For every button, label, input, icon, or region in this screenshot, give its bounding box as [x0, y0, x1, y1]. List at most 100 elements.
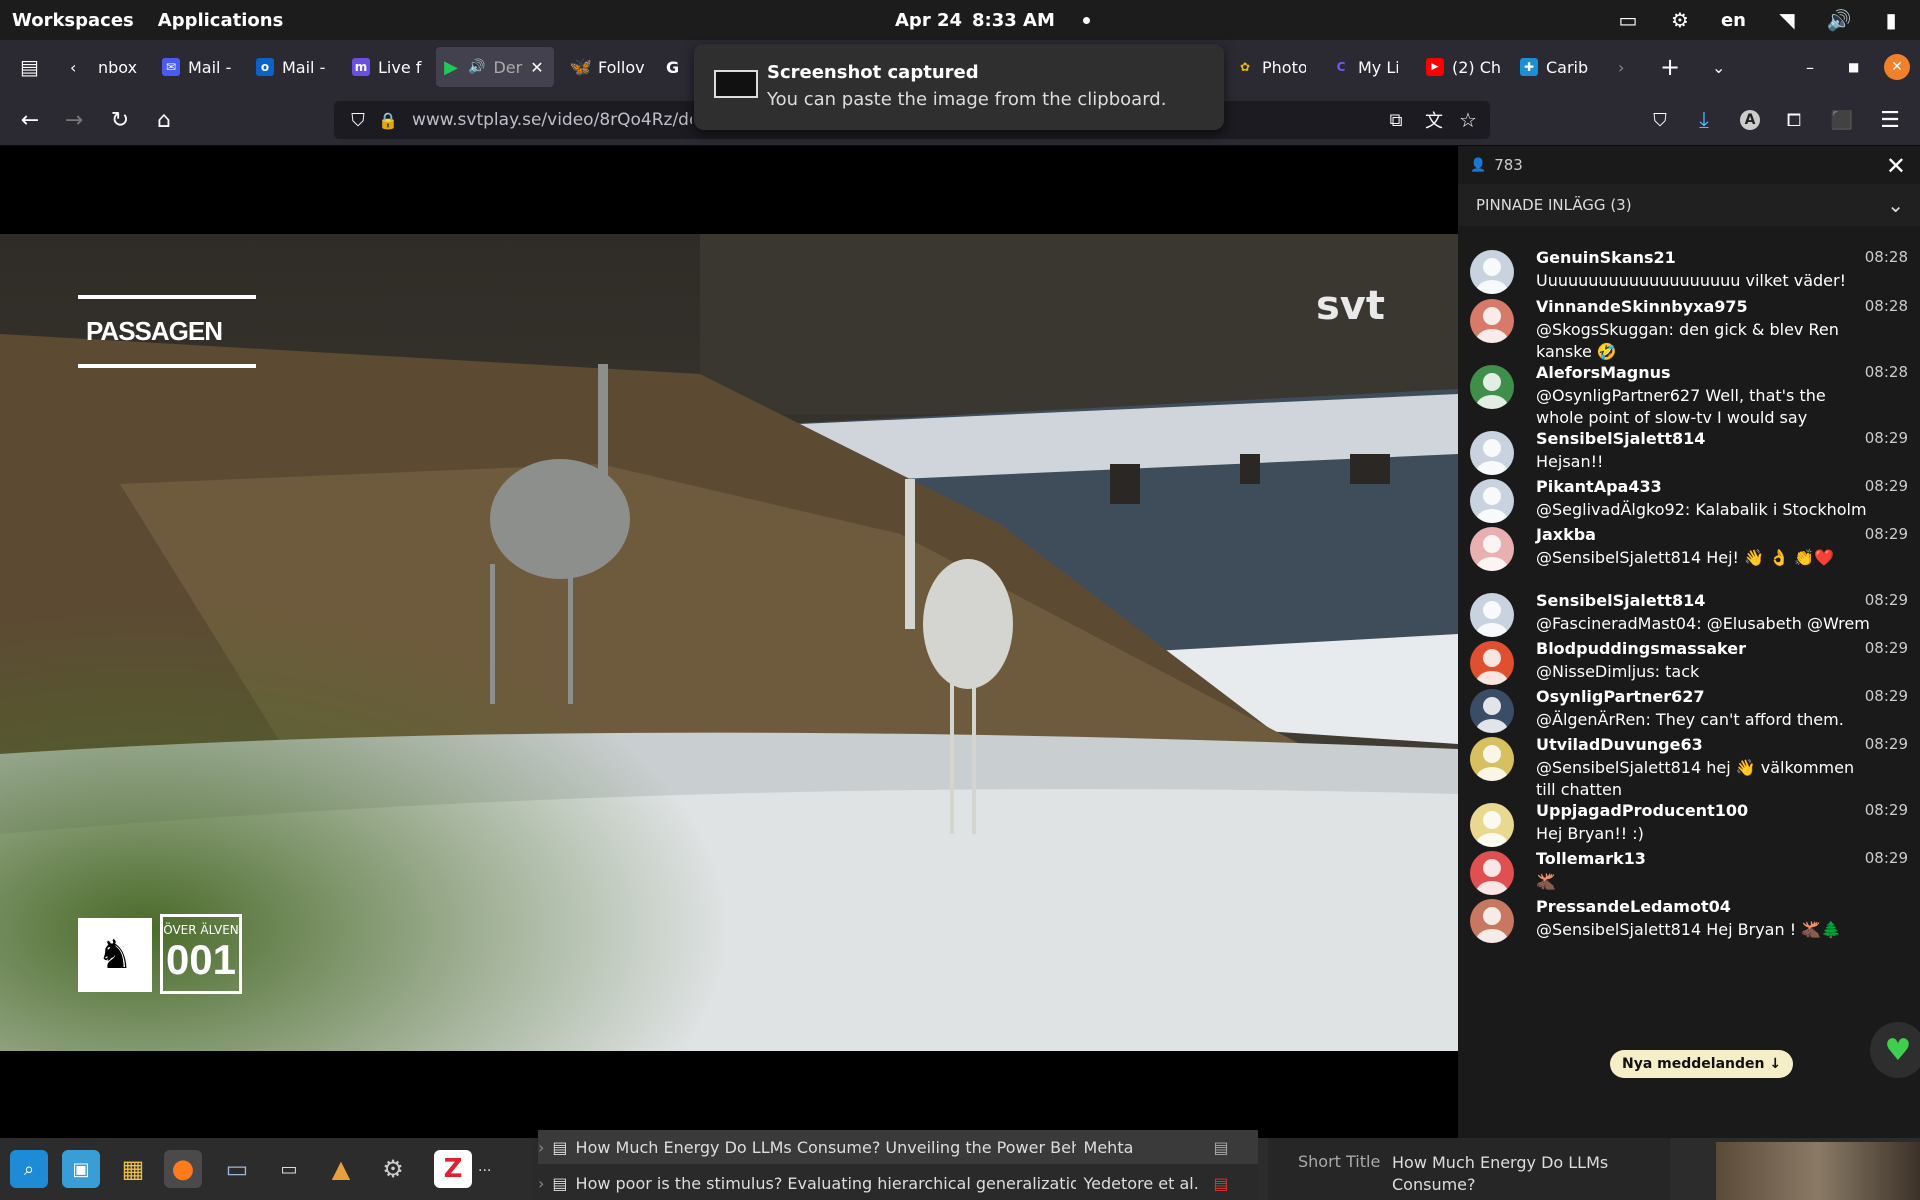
tab-scroll-right-icon[interactable]: ›	[1612, 47, 1636, 87]
avatar[interactable]	[1470, 737, 1514, 781]
tab-overview-icon[interactable]: ▤	[14, 47, 48, 87]
expand-icon[interactable]: ›	[538, 1174, 544, 1193]
tab-svtplay-active[interactable]: ▶ 🔊 Der ✕	[436, 47, 554, 87]
picture-in-picture-icon[interactable]: ⧉	[1382, 106, 1410, 134]
screens-icon[interactable]: ▭	[1617, 8, 1639, 32]
avatar[interactable]	[1470, 365, 1514, 409]
tab-carib[interactable]: ✚ Carib	[1514, 47, 1594, 87]
chat-username[interactable]: Tollemark13	[1536, 849, 1646, 868]
applications-menu[interactable]: Applications	[158, 10, 284, 31]
terminal-icon[interactable]: ▭	[270, 1150, 308, 1188]
workspaces-menu[interactable]: Workspaces	[12, 10, 134, 31]
chat-username[interactable]: PressandeLedamot04	[1536, 897, 1731, 916]
close-tab-icon[interactable]: ✕	[530, 58, 543, 77]
new-messages-button[interactable]: Nya meddelanden ↓	[1610, 1050, 1794, 1078]
tab-mail-1[interactable]: ✉ Mail -	[156, 47, 244, 87]
extensions-icon[interactable]: ⧠	[1780, 106, 1808, 134]
chat-message[interactable]: Jaxkba 08:29 @SensibelSjalett814 Hej! 👋 👌 …	[1458, 521, 1920, 581]
extension-badge-icon[interactable]: ⬛	[1828, 106, 1856, 134]
bookmark-star-icon[interactable]: ☆	[1454, 106, 1482, 134]
chat-username[interactable]: Blodpuddingsmassaker	[1536, 639, 1746, 658]
menu-icon[interactable]: ☰	[1876, 106, 1904, 134]
zotero-icon[interactable]: Z	[434, 1150, 472, 1188]
pocket-icon[interactable]: ⛉	[1646, 106, 1674, 134]
battery-icon[interactable]: ▮	[1880, 8, 1902, 32]
chat-message[interactable]: VinnandeSkinnbyxa975 08:28 @SkogsSkuggan: …	[1458, 293, 1920, 361]
chat-username[interactable]: SensibelSjalett814	[1536, 429, 1705, 448]
tab-mail-2[interactable]: o Mail -	[250, 47, 334, 87]
table-row[interactable]: › ▤ How Much Energy Do LLMs Consume? Unv…	[538, 1130, 1258, 1164]
volume-icon[interactable]: 🔊	[1827, 8, 1852, 32]
back-icon[interactable]: ←	[16, 106, 44, 134]
avatar[interactable]	[1470, 479, 1514, 523]
tab-bluesky[interactable]: 🦋 Follov	[566, 47, 646, 87]
reload-icon[interactable]: ↻	[106, 106, 134, 134]
url-text[interactable]: www.svtplay.se/video/8rQo4Rz/den	[412, 110, 692, 130]
files-manager-icon[interactable]: ▣	[62, 1150, 100, 1188]
tab-inbox[interactable]: nbox	[92, 47, 142, 87]
tab-youtube[interactable]: ▶ (2) Ch	[1420, 47, 1500, 87]
tab-g[interactable]: G	[660, 47, 690, 87]
chat-username[interactable]: PikantApa433	[1536, 477, 1662, 496]
gear-icon[interactable]: ⚙	[1669, 8, 1691, 32]
more-apps-label[interactable]: ...	[478, 1150, 491, 1184]
chat-username[interactable]: UppjagadProducent100	[1536, 801, 1748, 820]
minimize-icon[interactable]: –	[1800, 47, 1826, 87]
home-icon[interactable]: ⌂	[150, 106, 178, 134]
app-grid-icon[interactable]: ▦	[114, 1150, 152, 1188]
heart-reaction-icon[interactable]: ♥	[1870, 1022, 1920, 1078]
wifi-icon[interactable]: ◥	[1776, 8, 1798, 32]
list-tabs-icon[interactable]: ⌄	[1706, 47, 1734, 87]
new-tab-icon[interactable]: +	[1654, 47, 1682, 87]
search-icon[interactable]: ⌕	[10, 1150, 48, 1188]
close-window-icon[interactable]: ✕	[1884, 47, 1912, 87]
avatar[interactable]	[1470, 689, 1514, 733]
forward-icon[interactable]: →	[60, 106, 88, 134]
avatar[interactable]	[1470, 803, 1514, 847]
pinned-posts-toggle[interactable]: PINNADE INLÄGG (3) ⌄	[1458, 184, 1920, 226]
tab-live[interactable]: m Live f	[346, 47, 430, 87]
language-indicator[interactable]: en	[1721, 10, 1746, 31]
maximize-icon[interactable]: ■	[1842, 47, 1868, 87]
chat-message[interactable]: PressandeLedamot04 @SensibelSjalett814 He…	[1458, 893, 1920, 953]
chevron-down-icon[interactable]: ⌄	[1887, 193, 1904, 217]
avatar[interactable]	[1470, 431, 1514, 475]
avatar[interactable]	[1470, 851, 1514, 895]
chat-username[interactable]: GenuinSkans21	[1536, 248, 1676, 267]
screenshot-notification[interactable]: Screenshot captured You can paste the im…	[694, 44, 1224, 130]
tab-scroll-left-icon[interactable]: ‹	[64, 47, 86, 87]
document-viewer-icon[interactable]: ▲	[322, 1150, 360, 1188]
folder-icon[interactable]: ▭	[218, 1150, 256, 1188]
clock[interactable]: Apr 24 8:33 AM	[895, 0, 1090, 40]
avatar[interactable]	[1470, 593, 1514, 637]
video-frame[interactable]: svt PASSAGEN ♞ ÖVER ÄLVEN 001	[0, 234, 1458, 1051]
chat-username[interactable]: UtviladDuvunge63	[1536, 735, 1703, 754]
settings-icon[interactable]: ⚙	[374, 1150, 412, 1188]
tab-photos[interactable]: ✿ Photo	[1230, 47, 1306, 87]
close-chat-icon[interactable]: ✕	[1886, 152, 1906, 180]
table-row[interactable]: › ▤ How poor is the stimulus? Evaluating…	[538, 1166, 1258, 1200]
tab-mylist[interactable]: C My Li	[1326, 47, 1398, 87]
chat-message[interactable]: UtviladDuvunge63 08:29 @SensibelSjalett814…	[1458, 731, 1920, 799]
avatar[interactable]	[1470, 641, 1514, 685]
chat-username[interactable]: AleforsMagnus	[1536, 363, 1671, 382]
avatar[interactable]	[1470, 299, 1514, 343]
avatar[interactable]	[1470, 250, 1514, 294]
pdf-icon[interactable]: ▤	[1214, 1174, 1229, 1193]
attachment-icon[interactable]: ▤	[1214, 1138, 1229, 1157]
shield-icon[interactable]: ⛉	[344, 106, 372, 134]
audio-icon[interactable]: 🔊	[468, 59, 485, 75]
lock-icon[interactable]: 🔒	[374, 106, 402, 134]
short-title-value[interactable]: How Much Energy Do LLMs Consume?	[1392, 1152, 1612, 1196]
account-icon[interactable]: A	[1736, 106, 1764, 134]
chat-username[interactable]: Jaxkba	[1536, 525, 1596, 544]
expand-icon[interactable]: ›	[538, 1138, 544, 1157]
chat-username[interactable]: VinnandeSkinnbyxa975	[1536, 297, 1748, 316]
download-icon[interactable]: ⤓	[1690, 106, 1718, 134]
avatar[interactable]	[1470, 527, 1514, 571]
translate-icon[interactable]: 文	[1420, 106, 1448, 134]
chat-username[interactable]: SensibelSjalett814	[1536, 591, 1705, 610]
firefox-icon[interactable]: ●	[164, 1150, 202, 1188]
avatar[interactable]	[1470, 899, 1514, 943]
chat-username[interactable]: OsynligPartner627	[1536, 687, 1705, 706]
